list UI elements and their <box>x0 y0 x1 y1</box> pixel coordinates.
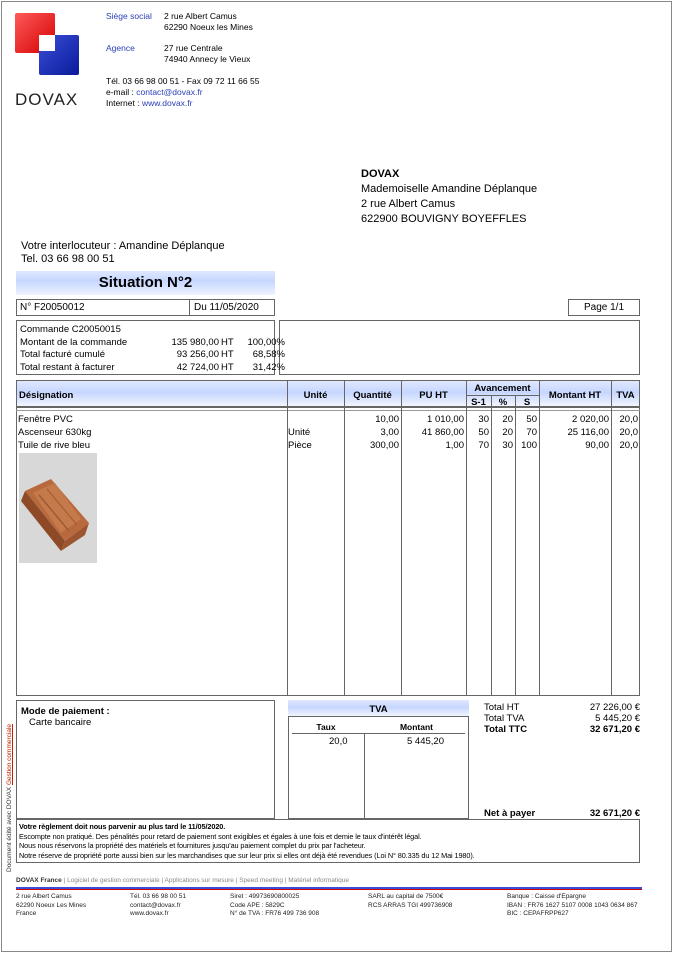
footer-link[interactable]: Matériel informatique <box>288 877 349 884</box>
order-number: Commande C20050015 <box>20 324 121 335</box>
tva-montant: 5 445,20 <box>407 736 444 747</box>
footer-bank: Banque : Caisse d'Epargne IBAN : FR76 162… <box>507 893 638 918</box>
footer-links: DOVAX France | Logiciel de gestion comme… <box>16 877 349 884</box>
net-a-payer: Net à payer 32 671,20 € <box>484 808 640 819</box>
table-row: Tuile de rive bleu Pièce 300,00 1,00 70 … <box>18 440 638 451</box>
footer-link[interactable]: Logiciel de gestion commerciale <box>67 877 160 884</box>
payment-label: Mode de paiement : <box>21 706 110 717</box>
col-unite: Unité <box>303 390 328 401</box>
document-title: Situation N°2 <box>98 274 193 291</box>
footer-address: 2 rue Albert Camus 62290 Noeux Les Mines F… <box>16 893 87 918</box>
order-summary: Commande C20050015 Montant de la command… <box>20 324 285 374</box>
footer-link[interactable]: Speed meeting <box>239 877 283 884</box>
payment-conditions: Votre règlement doit nous parvenir au pl… <box>19 822 475 860</box>
summary-row: Total restant à facturer 42 724,00 HT 31,42… <box>20 361 285 373</box>
notes-box <box>279 320 640 375</box>
agence-label: Agence <box>106 43 135 53</box>
col-montant-ht: Montant HT <box>548 390 602 401</box>
tva-box <box>288 700 469 819</box>
doc-number: N° F20050012 <box>20 302 85 313</box>
summary-row: Montant de la commande 135 980,00 HT 100,00… <box>20 336 285 348</box>
side-credit: Document édité avec DOVAX Gestion commer… <box>6 723 13 872</box>
side-credit-link[interactable]: Gestion commerciale <box>6 724 13 785</box>
footer-capital: SARL au capital de 7500€ RCS ARRAS TGI 49… <box>368 893 453 909</box>
col-pct: % <box>498 397 508 408</box>
summary-row: Total facturé cumulé 93 256,00 HT 68,58% <box>20 349 285 360</box>
contact-person: Votre interlocuteur : Amandine Déplanque… <box>21 240 225 265</box>
total-ht: 27 226,00 € <box>589 702 640 713</box>
tva-montant-label: Montant <box>399 722 434 732</box>
footer-legal: Siret : 49973690800025 Code APE : 5829C N°… <box>230 893 320 918</box>
siege-label: Siège social <box>106 11 152 21</box>
invoice-page: DOVAX Siège social 2 rue Albert Camus 62… <box>1 1 672 952</box>
footer-link[interactable]: Applications sur mesure <box>165 877 234 884</box>
total-tva: 5 445,20 € <box>595 713 640 724</box>
total-ttc: 32 671,20 € <box>589 724 640 735</box>
col-quantite: Quantité <box>353 390 392 401</box>
col-pu-ht: PU HT <box>419 390 448 401</box>
totals: Total HT 27 226,00 € Total TVA 5 445,20 € … <box>484 702 640 735</box>
email-link[interactable]: contact@dovax.fr <box>136 87 202 97</box>
website-link[interactable]: www.dovax.fr <box>142 98 193 108</box>
tva-title: TVA <box>369 704 388 715</box>
col-s1: S-1 <box>471 397 486 408</box>
roof-tile-image <box>19 453 97 563</box>
tva-taux: 20,0 <box>329 736 348 747</box>
recipient-address: DOVAX Mademoiselle Amandine Déplanque 2 … <box>361 168 538 225</box>
tva-taux-label: Taux <box>316 722 336 732</box>
agence-address: 27 rue Centrale 74940 Annecy le Vieux <box>164 43 251 64</box>
footer-contact: Tél. 03 66 98 00 51 contact@dovax.fr www.d… <box>130 893 187 918</box>
col-avancement: Avancement <box>474 383 531 394</box>
payment-method: Carte bancaire <box>29 717 92 728</box>
col-tva: TVA <box>616 390 635 401</box>
company-contact: Tél. 03 66 98 00 51 - Fax 09 72 11 66 55… <box>106 76 260 108</box>
logo-text: DOVAX <box>15 90 79 109</box>
col-designation: Désignation <box>19 390 74 401</box>
doc-date: Du 11/05/2020 <box>194 302 259 313</box>
table-row: Ascenseur 630kg Unité 3,00 41 860,00 50 … <box>18 427 638 438</box>
table-row: Fenêtre PVC 10,00 1 010,00 30 20 50 2 02… <box>18 414 638 425</box>
page-number: Page 1/1 <box>583 302 625 313</box>
col-s: S <box>523 397 531 408</box>
siege-address: 2 rue Albert Camus 62290 Noeux les Mines <box>164 11 253 32</box>
